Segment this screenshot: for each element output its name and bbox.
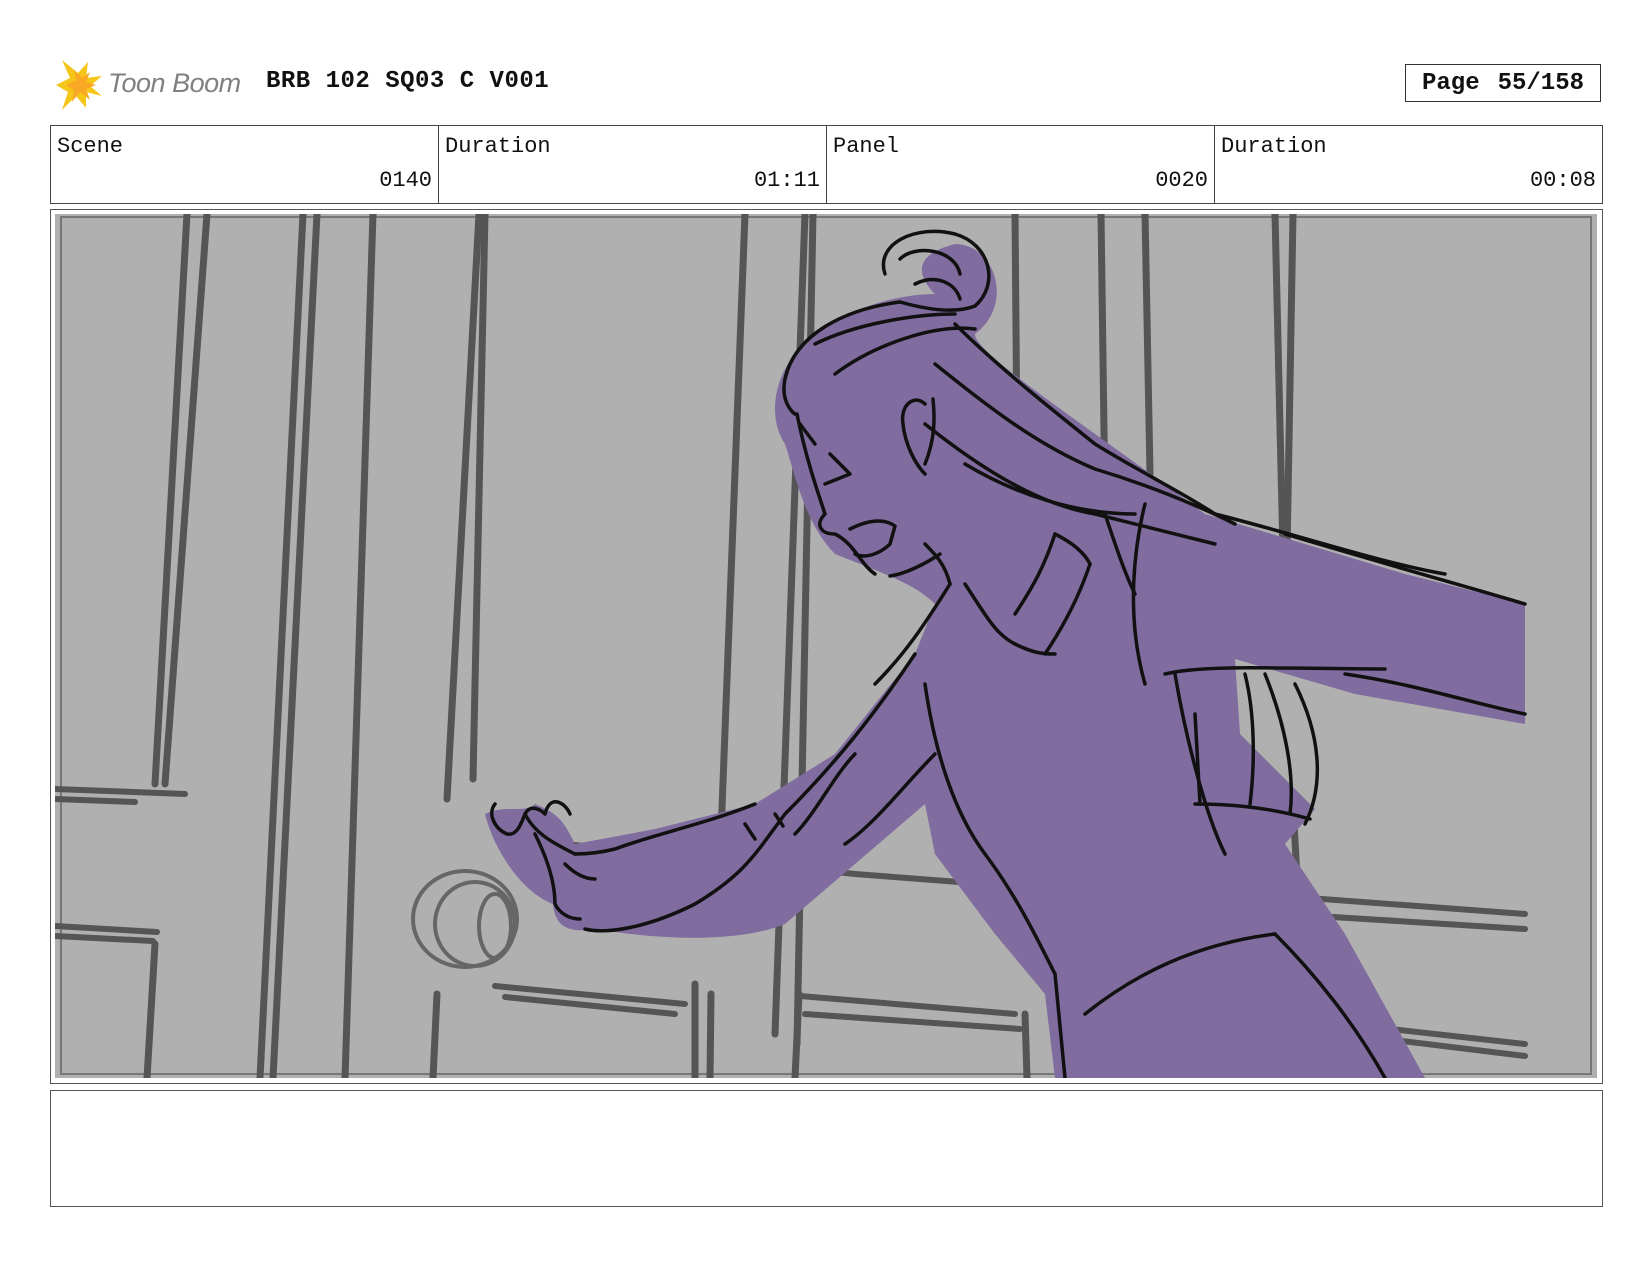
panel-sketch [55,214,1592,1078]
scene-cell: Scene 0140 [51,126,439,203]
scene-duration-label: Duration [445,134,551,159]
panel-duration-cell: Duration 00:08 [1215,126,1602,203]
panel-value: 0020 [1155,168,1208,193]
panel-notes-box[interactable] [50,1090,1603,1207]
logo-wordmark: Toon Boom [108,68,241,98]
scene-duration-value: 01:11 [753,168,820,193]
storyboard-panel-drawing [55,214,1597,1078]
page-indicator: Page 55/158 [1405,64,1601,102]
panel-duration-value: 00:08 [1529,168,1596,193]
toon-boom-logo: Toon Boom [52,58,252,112]
scene-label: Scene [57,134,124,159]
toon-boom-star-icon [56,60,102,110]
door-knob [411,869,519,969]
panel-label: Panel [833,134,900,159]
panel-duration-label: Duration [1221,134,1327,159]
page-number: 55/158 [1497,69,1585,97]
panel-info-row: Scene 0140 Duration 01:11 Panel 0020 Dur… [50,125,1603,204]
scene-value: 0140 [379,168,432,193]
storyboard-panel-frame [50,209,1603,1084]
document-title: BRB 102 SQ03 C V001 [266,68,550,95]
panel-cell: Panel 0020 [827,126,1215,203]
scene-duration-cell: Duration 01:11 [439,126,827,203]
page-label: Page [1421,69,1480,97]
